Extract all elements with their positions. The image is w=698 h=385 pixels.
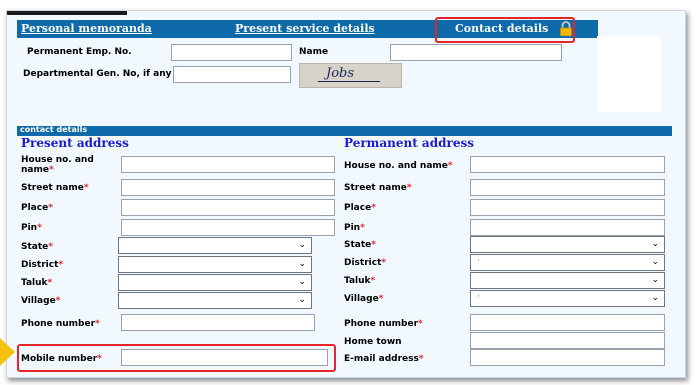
permanent-street-label: Street name* bbox=[344, 183, 412, 193]
permanent-hometown-label: Home town bbox=[344, 337, 402, 347]
top-strip bbox=[7, 11, 127, 15]
permanent-taluk-label: Taluk* bbox=[344, 276, 376, 286]
section-bar: contact details bbox=[17, 125, 672, 136]
chevron-down-icon: ⌄ bbox=[651, 257, 659, 267]
chevron-down-icon: ⌄ bbox=[651, 239, 659, 249]
present-house-label-line1: House no. and bbox=[21, 155, 94, 165]
present-district-label: District* bbox=[21, 260, 64, 270]
permanent-hometown-input[interactable] bbox=[470, 332, 665, 349]
permanent-email-label: E-mail address* bbox=[344, 354, 424, 364]
permanent-taluk-select[interactable]: ⌄ bbox=[470, 272, 665, 289]
photo-box bbox=[597, 36, 661, 112]
permanent-address-heading: Permanent address bbox=[344, 136, 474, 150]
permanent-village-label: Village* bbox=[344, 294, 384, 304]
chevron-down-icon: ⌄ bbox=[651, 293, 659, 303]
name-input[interactable] bbox=[390, 44, 562, 61]
present-taluk-select[interactable]: ⌄ bbox=[118, 274, 312, 291]
present-village-select[interactable]: ⌄ bbox=[118, 292, 312, 309]
name-label: Name bbox=[299, 47, 329, 57]
present-state-select[interactable]: ⌄ bbox=[118, 237, 312, 254]
permanent-emp-no-input[interactable] bbox=[171, 44, 292, 61]
signature-image: Jobs bbox=[299, 63, 402, 88]
present-phone-label: Phone number* bbox=[21, 319, 100, 329]
permanent-phone-input[interactable] bbox=[470, 314, 665, 331]
contact-tab-highlight bbox=[435, 17, 575, 43]
present-street-input[interactable] bbox=[121, 179, 335, 196]
permanent-place-input[interactable] bbox=[470, 199, 665, 216]
present-place-input[interactable] bbox=[121, 199, 335, 216]
tab-present-service-details[interactable]: Present service details bbox=[235, 22, 375, 35]
permanent-place-label: Place* bbox=[344, 203, 376, 213]
tab-personal-memoranda[interactable]: Personal memoranda bbox=[21, 22, 152, 35]
permanent-house-input[interactable] bbox=[470, 156, 665, 173]
placeholder-dot: · bbox=[477, 292, 480, 302]
present-taluk-label: Taluk* bbox=[21, 278, 53, 288]
present-district-select[interactable]: ⌄ bbox=[118, 256, 312, 273]
pointer-arrow-icon bbox=[0, 338, 15, 366]
permanent-district-select[interactable]: · ⌄ bbox=[470, 254, 665, 271]
present-address-heading: Present address bbox=[21, 136, 129, 150]
present-phone-input[interactable] bbox=[121, 314, 315, 331]
present-pin-label: Pin* bbox=[21, 223, 42, 233]
permanent-phone-label: Phone number* bbox=[344, 319, 423, 329]
permanent-village-select[interactable]: · ⌄ bbox=[470, 290, 665, 307]
signature-underline bbox=[318, 81, 380, 82]
permanent-email-input[interactable] bbox=[470, 349, 665, 366]
permanent-pin-input[interactable] bbox=[470, 219, 665, 236]
permanent-pin-label: Pin* bbox=[344, 223, 365, 233]
permanent-emp-no-label: Permanent Emp. No. bbox=[27, 47, 132, 57]
departmental-gen-no-label: Departmental Gen. No, if any bbox=[23, 69, 172, 79]
permanent-state-label: State* bbox=[344, 240, 376, 250]
section-bar-label: contact details bbox=[20, 125, 88, 134]
chevron-down-icon: ⌄ bbox=[298, 277, 306, 287]
permanent-house-label: House no. and name* bbox=[344, 161, 453, 171]
departmental-gen-no-input[interactable] bbox=[173, 66, 291, 83]
present-state-label: State* bbox=[21, 242, 53, 252]
present-house-label-line2: name* bbox=[21, 165, 54, 175]
chevron-down-icon: ⌄ bbox=[298, 295, 306, 305]
present-street-label: Street name* bbox=[21, 183, 89, 193]
chevron-down-icon: ⌄ bbox=[651, 275, 659, 285]
present-village-label: Village* bbox=[21, 296, 61, 306]
permanent-state-select[interactable]: ⌄ bbox=[470, 236, 665, 253]
placeholder-dot: · bbox=[477, 256, 480, 266]
mobile-number-highlight bbox=[17, 344, 336, 372]
present-house-input[interactable] bbox=[121, 156, 335, 173]
present-place-label: Place* bbox=[21, 203, 53, 213]
chevron-down-icon: ⌄ bbox=[298, 259, 306, 269]
signature-text: Jobs bbox=[326, 66, 355, 81]
contact-details-form: Personal memoranda Present service detai… bbox=[6, 10, 686, 378]
chevron-down-icon: ⌄ bbox=[298, 240, 306, 250]
permanent-district-label: District* bbox=[344, 258, 387, 268]
present-pin-input[interactable] bbox=[121, 219, 335, 236]
permanent-street-input[interactable] bbox=[470, 179, 665, 196]
